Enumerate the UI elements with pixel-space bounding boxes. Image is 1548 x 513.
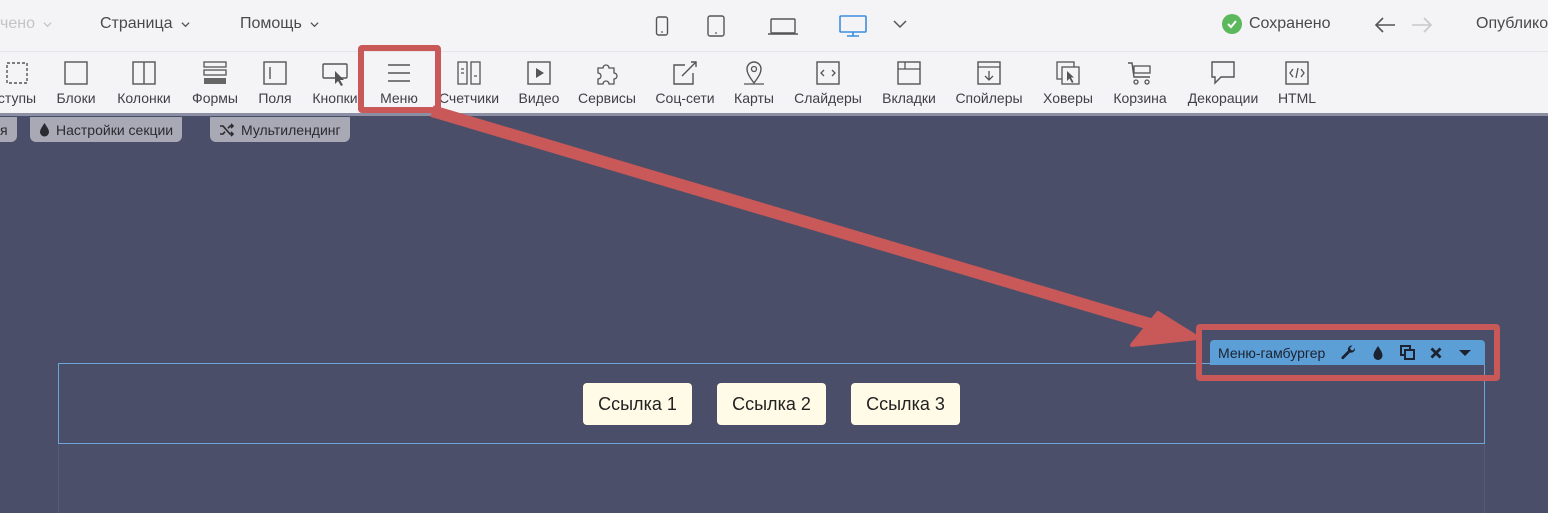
saved-status: Сохранено: [1222, 14, 1331, 34]
annotation-highlight-widget-bar: [1196, 324, 1500, 381]
tool-html[interactable]: HTML: [1274, 52, 1320, 114]
tool-label: Блоки: [56, 90, 96, 106]
chevron-down-icon: [43, 21, 52, 27]
section-chip-partial[interactable]: я: [0, 117, 17, 142]
tool-label: Формы: [192, 90, 238, 106]
desktop-icon[interactable]: [838, 14, 868, 38]
tool-hovers[interactable]: Ховеры: [1038, 52, 1098, 114]
tool-columns[interactable]: Колонки: [114, 52, 174, 114]
chip-label: Мультилендинг: [241, 121, 341, 138]
chip-label: Настройки секции: [56, 121, 174, 138]
publish-button[interactable]: Опублико: [1476, 15, 1548, 33]
tool-label: Кнопки: [312, 90, 358, 106]
counter-icon: [457, 61, 481, 85]
menu-link-1[interactable]: Ссылка 1: [583, 383, 692, 425]
menu-page[interactable]: Страница: [100, 15, 190, 33]
menu-label: Страница: [100, 15, 173, 32]
tool-spoilers[interactable]: Спойлеры: [952, 52, 1026, 114]
share-icon: [673, 61, 697, 85]
tool-label: HTML: [1277, 90, 1317, 106]
tool-forms[interactable]: Формы: [188, 52, 242, 114]
menu-published-status[interactable]: чено: [0, 15, 52, 33]
saved-label: Сохранено: [1249, 15, 1331, 32]
play-icon: [527, 61, 551, 85]
menu-label: Помощь: [240, 15, 302, 32]
drop-icon: [40, 123, 49, 137]
tool-counters[interactable]: Счетчики: [438, 52, 500, 114]
chevron-down-icon: [310, 21, 319, 27]
tool-label: Видео: [518, 90, 560, 106]
phone-icon[interactable]: [655, 14, 669, 38]
spoiler-icon: [977, 61, 1001, 85]
menu-help[interactable]: Помощь: [240, 15, 319, 33]
multilanding-button[interactable]: Мультилендинг: [210, 117, 350, 142]
tool-cart[interactable]: Корзина: [1109, 52, 1171, 114]
tool-buttons[interactable]: Кнопки: [309, 52, 361, 114]
map-pin-icon: [744, 61, 764, 85]
tool-blocks[interactable]: Блоки: [52, 52, 100, 114]
tool-maps[interactable]: Карты: [730, 52, 778, 114]
slider-icon: [816, 61, 840, 85]
speech-bubble-icon: [1211, 61, 1235, 85]
tool-services[interactable]: Сервисы: [576, 52, 638, 114]
device-chevron-down-icon[interactable]: [893, 19, 907, 29]
chevron-down-icon: [180, 21, 190, 27]
tool-social[interactable]: Соц-сети: [652, 52, 718, 114]
puzzle-icon: [597, 64, 618, 85]
menu-link-3[interactable]: Ссылка 3: [851, 383, 960, 425]
tool-label: Сервисы: [577, 90, 636, 106]
check-circle-icon: [1222, 14, 1242, 34]
redo-arrow-icon[interactable]: [1410, 15, 1434, 35]
menu-link-2[interactable]: Ссылка 2: [717, 383, 826, 425]
indent-icon: [6, 62, 28, 84]
tool-sliders[interactable]: Слайдеры: [792, 52, 864, 114]
tool-label: Декорации: [1187, 90, 1259, 106]
square-icon: [64, 61, 88, 85]
tool-label: Карты: [734, 90, 774, 106]
chip-label: я: [0, 121, 8, 138]
tool-label: Поля: [258, 90, 292, 106]
menu-label: чено: [0, 15, 35, 32]
tool-label: Слайдеры: [794, 90, 862, 106]
tool-tabs[interactable]: Вкладки: [878, 52, 940, 114]
tool-video[interactable]: Видео: [514, 52, 564, 114]
top-bar: чено Страница Помощь Сохранено Опублико: [0, 0, 1548, 51]
hover-icon: [1056, 61, 1080, 85]
tabs-icon: [897, 61, 921, 85]
tool-label: Спойлеры: [955, 90, 1023, 106]
tool-label: Колонки: [117, 90, 171, 106]
shuffle-icon: [220, 122, 235, 137]
section-settings-button[interactable]: Настройки секции: [30, 117, 183, 142]
laptop-icon[interactable]: [767, 14, 799, 38]
tablet-icon[interactable]: [706, 14, 726, 38]
toolbar-divider: [0, 113, 1548, 116]
tool-label: Ховеры: [1043, 90, 1093, 106]
code-icon: [1285, 61, 1309, 85]
widget-toolbar: ступы Блоки Колонки Формы Поля Кнопки Ме…: [0, 51, 1548, 113]
tool-label: ступы: [0, 90, 37, 106]
tool-decorations[interactable]: Декорации: [1184, 52, 1262, 114]
tool-indents[interactable]: ступы: [0, 52, 42, 114]
columns-icon: [132, 61, 156, 85]
form-icon: [203, 61, 227, 84]
tool-label: Соц-сети: [655, 90, 715, 106]
cart-icon: [1128, 62, 1151, 85]
annotation-highlight-menu-tool: [358, 45, 441, 113]
tool-label: Корзина: [1113, 90, 1167, 106]
button-cursor-icon: [322, 63, 348, 86]
section-area: [58, 444, 1485, 513]
tool-label: Счетчики: [438, 90, 500, 106]
undo-arrow-icon[interactable]: [1373, 15, 1397, 35]
tool-fields[interactable]: Поля: [254, 52, 296, 114]
field-icon: [263, 61, 287, 85]
tool-label: Вкладки: [882, 90, 936, 106]
